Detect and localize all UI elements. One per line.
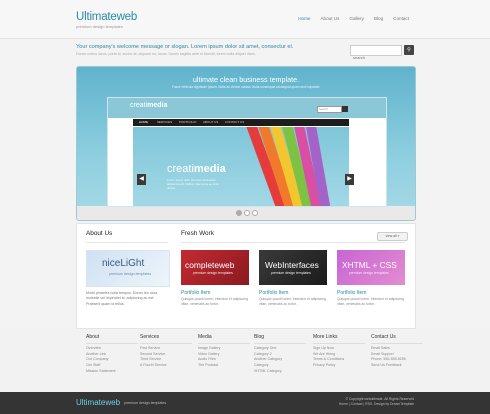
preview-logo-bold: media [147,102,168,109]
welcome-message: Your company's welcome message or slogan… [76,44,346,56]
thumb-title: XHTML + CSS [342,260,397,270]
footer-col-title: Media [198,334,250,344]
slider-dot-1[interactable] [236,210,242,216]
portfolio-item-text-1: Quisque posuit lorem, interdum et adipis… [181,297,248,306]
footer-tagline: premium design templates [124,401,167,405]
footer-col-title: Contact Us [371,334,423,344]
footer-col-about: About Overview Another Link Our Company … [86,334,138,375]
fresh-work-title: Fresh Work [181,230,214,237]
footer-link-item[interactable]: Mission Statement [86,369,138,375]
about-image-sub: premium design templates [109,272,152,276]
welcome-subtext: Donec metus lacus, porta id, auctor at, … [76,52,256,56]
footer-copyright: © Copyright webultimate. All Rights Rese… [339,397,414,407]
preview-nav: HOME SERVICES PORTFOLIO ABOUT US CONTACT… [133,119,349,126]
footer-bottom-links[interactable]: Home | Contact | RSS. Design by DreamTem… [339,402,414,407]
footer-link[interactable]: Email Sales Email Support Phone: 555-555… [371,346,423,369]
footer-link[interactable]: Category One Category 2 Another Category… [254,346,306,375]
slider-dot-2[interactable] [244,210,250,216]
view-all-button[interactable]: view all » [377,232,408,241]
preview-nav-home: HOME [139,120,148,124]
welcome-headline: Your company's welcome message or slogan… [76,44,294,50]
footer-link[interactable]: Image Gallery Video Gallery Audio Files … [198,346,250,369]
slider-subtitle: Fusce vehicula dignissim ipsum. Nulla ac… [171,85,321,89]
preview-logo-light: creati [130,102,148,109]
footer-col-services: Services First Service Second Service Th… [140,334,192,369]
preview-nav-contact: CONTACT US [225,120,245,124]
portfolio-item-text-3: Quisque posuit lorem, interdum et adipis… [337,297,404,306]
nav-home[interactable]: Home [293,14,315,23]
nav-blog[interactable]: Blog [369,14,388,23]
main-nav: Home About Us Gallery Blog Contact [293,14,414,23]
footer-col-title: More Links [313,334,365,344]
slider-dot-3[interactable] [252,210,258,216]
preview-search: search [317,106,342,113]
divider [181,242,405,243]
nav-contact[interactable]: Contact [388,14,414,23]
slide-preview-image: creatimedia search HOME SERVICES PORTFOL… [107,97,387,207]
search-button[interactable]: ⚲ [404,45,414,55]
slider-next-button[interactable]: ▶ [345,174,354,185]
thumb-sub: premium design templates [271,271,311,275]
footer-col-title: Services [140,334,192,344]
page: Ultimateweb premium design templates Hom… [0,0,490,414]
footer-col-more-links: More Links Sign Up Now We Are Hiring Ter… [313,334,365,369]
preview-hero-logo: creatimedia [167,163,226,175]
divider [86,242,168,243]
site-tagline: premium design templates [76,24,123,29]
portfolio-item-title-2[interactable]: Portfolio Item [259,290,288,296]
footer-col-contact: Contact Us Email Sales Email Support Pho… [371,334,423,369]
preview-hero-text: Lorem ipsum dolor sit amet consectetur a… [167,178,220,190]
search-box [350,45,402,61]
footer-col-title: Blog [254,334,306,344]
footer-link[interactable]: First Service Second Service Third Servi… [140,346,192,369]
preview-nav-services: SERVICES [157,120,173,124]
preview-hero: creatimedia Lorem ipsum dolor sit amet c… [133,127,349,206]
portfolio-thumb-1[interactable]: completeweb premium design templates [181,250,249,285]
thumb-sub: premium design templates [349,271,389,275]
thumb-title: completeweb [185,260,235,270]
nav-about-us[interactable]: About Us [315,14,344,23]
footer-link-item[interactable]: A Fourth Service [140,363,192,369]
chevron-left-icon: ◀ [139,176,144,182]
preview-hero-logo-bold: media [193,163,226,175]
footer-link[interactable]: Sign Up Now We Are Hiring Terms & Condit… [313,346,365,369]
footer-logo[interactable]: Ultimateweb [76,398,120,407]
footer-link-item[interactable]: XHTML Category [254,369,306,375]
portfolio-item-title-3[interactable]: Portfolio Item [337,290,366,296]
thumb-title: WebInterfaces [265,260,319,270]
footer-link-item[interactable]: Send Us Feedback [371,363,423,369]
portfolio-thumb-3[interactable]: XHTML + CSS premium design templates [337,250,405,285]
header: Ultimateweb premium design templates Hom… [0,0,490,39]
about-text: Morbi pharetra nulla tempus. Donec leo u… [86,291,159,306]
portfolio-thumb-2[interactable]: WebInterfaces premium design templates [259,250,327,285]
footer-col-blog: Blog Category One Category 2 Another Cat… [254,334,306,375]
footer-col-title: About [86,334,138,344]
preview-search-button [342,106,348,112]
search-input[interactable] [351,54,401,61]
search-icon: ⚲ [407,47,411,53]
site-logo[interactable]: Ultimateweb [76,11,137,23]
preview-nav-about: ABOUT US [203,120,219,124]
preview-nav-portfolio: PORTFOLIO [179,120,197,124]
preview-hero-logo-light: creati [167,163,194,175]
footer-link-item[interactable]: Privacy Policy [313,363,365,369]
about-image: niceLiGht premium design templates [86,250,170,287]
footer-bar [0,392,490,414]
slider-title: ultimate clean business template. [192,75,300,84]
about-title: About Us [86,230,113,237]
thumb-sub: premium design templates [193,271,233,275]
slider-pagination [236,210,258,216]
nav-gallery[interactable]: Gallery [344,14,369,23]
portfolio-item-title-1[interactable]: Portfolio Item [181,290,210,296]
footer-link-item[interactable]: The Podcast [198,363,250,369]
portfolio-item-text-2: Quisque posuit lorem, interdum et adipis… [259,297,326,306]
preview-logo: creatimedia [130,102,167,109]
slider-prev-button[interactable]: ◀ [137,174,146,185]
about-image-title: niceLiGht [102,258,145,269]
footer-col-media: Media Image Gallery Video Gallery Audio … [198,334,250,369]
chevron-right-icon: ▶ [347,176,352,182]
footer-link[interactable]: Overview Another Link Our Company Our St… [86,346,138,375]
